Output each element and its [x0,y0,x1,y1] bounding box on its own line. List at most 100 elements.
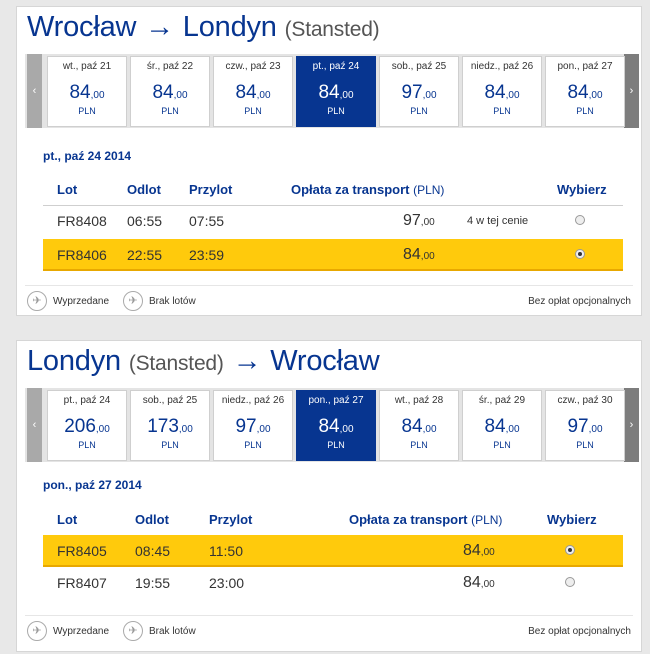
day-price-dec: ,00 [588,90,603,101]
flight-price-int: 84 [463,574,481,591]
select-flight-radio[interactable] [565,545,575,555]
day-price: 84,00 [297,416,375,438]
outbound-legend: ✈ Wyprzedane ✈ Brak lotów Bez opłat opcj… [25,285,633,316]
day-label: pon., paź 27 [557,61,613,72]
day-currency: PLN [327,106,345,116]
inbound-day-option[interactable]: śr., paź 29 84,00 PLN [462,390,542,461]
day-price: 84,00 [214,82,292,104]
day-currency: PLN [410,106,428,116]
outbound-day-option[interactable]: wt., paź 21 84,00 PLN [47,56,127,127]
day-label: sob., paź 25 [391,61,447,72]
flight-price-int: 97 [403,212,421,229]
day-price-int: 97 [567,416,589,437]
flight-price-int: 84 [463,542,481,559]
day-currency: PLN [576,440,594,450]
inbound-day-option[interactable]: sob., paź 25 173,00 PLN [130,390,210,461]
inbound-day-option[interactable]: czw., paź 30 97,00 PLN [545,390,625,461]
day-price-dec: ,00 [95,424,110,435]
outbound-day-option[interactable]: sob., paź 25 97,00 PLN [379,56,459,127]
departure-time: 19:55 [135,575,171,591]
day-label: czw., paź 23 [225,61,281,72]
inbound-day-option[interactable]: wt., paź 28 84,00 PLN [379,390,459,461]
legend-sold-out: Wyprzedane [53,626,110,637]
outbound-selected-date: pt., paź 24 2014 [43,149,132,163]
day-price-int: 84 [318,82,340,103]
day-label: śr., paź 29 [478,395,526,406]
inbound-selected-date: pon., paź 27 2014 [43,478,142,492]
day-label: pt., paź 24 [63,395,111,406]
flight-price: 84,00 [463,542,495,560]
day-price-dec: ,00 [505,424,520,435]
day-price: 84,00 [463,416,541,438]
day-label: niedz., paź 26 [470,61,534,72]
header-lot: Lot [57,512,78,527]
header-wybierz: Wybierz [557,182,607,197]
departure-time: 08:45 [135,543,171,559]
day-currency: PLN [78,106,96,116]
day-price-dec: ,00 [422,424,437,435]
inbound-destination: Wrocław [270,345,380,377]
inbound-legend: ✈ Wyprzedane ✈ Brak lotów Bez opłat opcj… [25,615,633,646]
inbound-flight-row[interactable]: FR8407 19:55 23:00 84,00 [43,567,623,599]
day-price-dec: ,00 [178,424,193,435]
outbound-day-option[interactable]: śr., paź 22 84,00 PLN [130,56,210,127]
legend-no-optional-fees: Bez opłat opcjonalnych [528,626,631,637]
inbound-next-dates-button[interactable]: › [624,388,639,462]
day-price-int: 84 [152,82,174,103]
departure-time: 06:55 [127,213,163,229]
header-wybierz: Wybierz [547,512,597,527]
outbound-next-dates-button[interactable]: › [624,54,639,128]
departure-time: 22:55 [127,247,163,263]
arrival-time: 23:00 [209,575,245,591]
select-flight-radio[interactable] [575,215,585,225]
outbound-flight-row[interactable]: FR8406 22:55 23:59 84,00 [43,239,623,271]
outbound-day-option[interactable]: pon., paź 27 84,00 PLN [545,56,625,127]
day-label: wt., paź 28 [394,395,444,406]
inbound-day-option[interactable]: pon., paź 27 84,00 PLN [296,390,376,461]
select-flight-radio[interactable] [575,249,585,259]
inbound-date-strip: ‹ › pt., paź 24 206,00 PLN sob., paź 25 173,… [25,388,639,462]
header-przylot: Przylot [209,512,253,527]
header-odlot: Odlot [135,512,169,527]
flight-number: FR8405 [57,543,107,559]
sold-out-icon: ✈ [27,621,47,641]
inbound-flight-row[interactable]: FR8405 08:45 11:50 84,00 [43,535,623,567]
outbound-flight-row[interactable]: FR8408 06:55 07:55 97,00 4 w tej cenie [43,205,623,237]
day-price: 84,00 [380,416,458,438]
inbound-prev-dates-button[interactable]: ‹ [27,388,42,462]
day-price: 84,00 [131,82,209,104]
flight-price: 84,00 [403,246,435,264]
day-price-int: 84 [484,416,506,437]
arrival-time: 23:59 [189,247,225,263]
outbound-table-header: Lot Odlot Przylot Opłata za transport (P… [43,175,623,206]
inbound-origin-airport: (Stansted) [128,352,224,375]
outbound-destination: Londyn [182,11,277,43]
day-price-int: 84 [401,416,423,437]
sold-out-icon: ✈ [27,291,47,311]
outbound-day-option[interactable]: niedz., paź 26 84,00 PLN [462,56,542,127]
day-label: sob., paź 25 [142,395,198,406]
outbound-origin: Wrocław [27,11,137,43]
day-currency: PLN [244,106,262,116]
inbound-day-option[interactable]: pt., paź 24 206,00 PLN [47,390,127,461]
day-currency: PLN [78,440,96,450]
day-price-int: 84 [484,82,506,103]
day-currency: PLN [410,440,428,450]
outbound-day-option[interactable]: czw., paź 23 84,00 PLN [213,56,293,127]
day-price-int: 84 [235,82,257,103]
outbound-day-option[interactable]: pt., paź 24 84,00 PLN [296,56,376,127]
day-price-dec: ,00 [339,90,354,101]
day-currency: PLN [161,106,179,116]
outbound-prev-dates-button[interactable]: ‹ [27,54,42,128]
day-price-int: 173 [147,416,179,437]
flight-price-dec: ,00 [420,251,435,262]
select-flight-radio[interactable] [565,577,575,587]
day-price-dec: ,00 [505,90,520,101]
inbound-day-option[interactable]: niedz., paź 26 97,00 PLN [213,390,293,461]
flight-number: FR8406 [57,247,107,263]
inbound-route-title: Londyn (Stansted) → Wrocław [27,345,380,378]
day-price: 84,00 [297,82,375,104]
day-label: niedz., paź 26 [221,395,285,406]
day-currency: PLN [493,440,511,450]
day-label: śr., paź 22 [146,61,194,72]
